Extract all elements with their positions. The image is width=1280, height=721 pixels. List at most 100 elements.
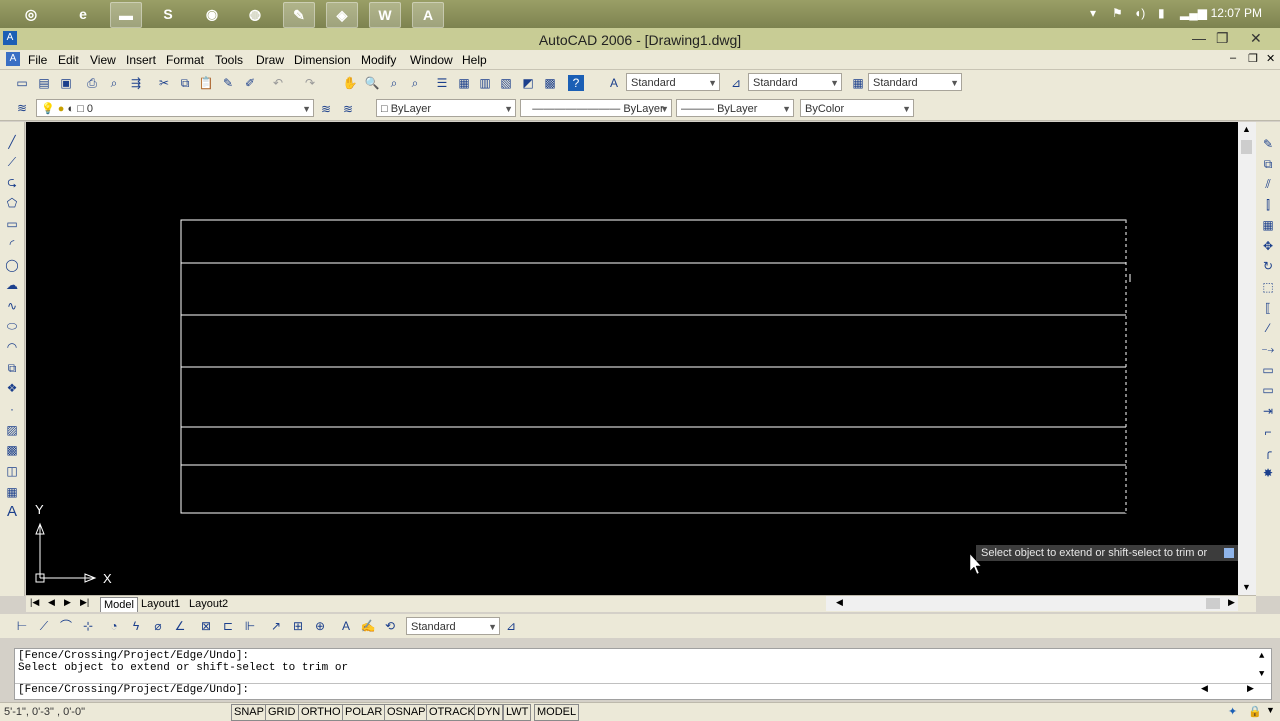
paste-icon[interactable]: 📋 <box>198 75 214 91</box>
help-icon[interactable]: ? <box>568 75 584 91</box>
undo-icon[interactable]: ↶ <box>270 75 286 91</box>
match-properties-icon[interactable]: ✎ <box>220 75 236 91</box>
paint-tool-icon[interactable]: ✎ <box>283 2 315 28</box>
menu-dimension[interactable]: Dimension <box>294 53 351 67</box>
model-toggle[interactable]: MODEL <box>534 704 580 721</box>
tolerance-icon[interactable]: ⊞ <box>290 618 306 634</box>
revision-cloud-icon[interactable]: ☁ <box>4 277 20 293</box>
design-center-icon[interactable]: ▦ <box>456 75 472 91</box>
gradient-icon[interactable]: ▩ <box>4 442 20 458</box>
move-icon[interactable]: ✥ <box>1260 238 1276 254</box>
ellipse-icon[interactable]: ⬭ <box>4 318 20 334</box>
tab-model[interactable]: Model <box>100 597 138 612</box>
insert-block-icon[interactable]: ⧉ <box>4 360 20 376</box>
linetype-select[interactable]: ———————— ByLayer ▼ <box>520 99 672 117</box>
lightbulb-icon[interactable]: 💡 <box>41 103 55 115</box>
layer-select[interactable]: 💡 ● ◐ □ 0 ▼ <box>36 99 314 117</box>
cmd-scroll-right-icon[interactable]: ▶ <box>1247 684 1254 694</box>
explode-icon[interactable]: ✸ <box>1260 465 1276 481</box>
zoom-window-icon[interactable]: ⌕ <box>386 75 402 91</box>
scale-icon[interactable]: ⬚ <box>1260 279 1276 295</box>
file-explorer-icon[interactable]: ▬ <box>110 2 142 28</box>
make-block-icon[interactable]: ❖ <box>4 380 20 396</box>
copy-object-icon[interactable]: ⧉ <box>1260 156 1276 172</box>
tab-first-icon[interactable]: |◀ <box>30 597 39 608</box>
battery-icon[interactable]: ▮ <box>1158 6 1165 20</box>
open-icon[interactable]: ▤ <box>36 75 52 91</box>
properties-icon[interactable]: ☰ <box>434 75 450 91</box>
cmd-scroll-left-icon[interactable]: ◀ <box>1201 684 1208 694</box>
firefox-icon[interactable]: ◍ <box>240 2 270 26</box>
redo-icon[interactable]: ↷ <box>302 75 318 91</box>
cut-icon[interactable]: ✂ <box>156 75 172 91</box>
lock-icon[interactable]: ◐ <box>67 103 74 115</box>
tab-last-icon[interactable]: ▶| <box>80 597 89 608</box>
line-icon[interactable]: ╱ <box>4 134 20 150</box>
tab-layout2[interactable]: Layout2 <box>186 597 231 611</box>
dim-text-edit-icon[interactable]: ✍ <box>360 618 376 634</box>
osnap-toggle[interactable]: OSNAP <box>384 704 429 721</box>
menu-insert[interactable]: Insert <box>126 53 156 67</box>
menu-draw[interactable]: Draw <box>256 53 284 67</box>
zoom-previous-icon[interactable]: ⌕ <box>407 75 423 91</box>
scroll-down-icon[interactable]: ▼ <box>1242 582 1251 592</box>
layer-manager-icon[interactable]: ≋ <box>14 100 30 116</box>
radius-dim-icon[interactable]: ◔ <box>106 618 122 634</box>
scroll-left-icon[interactable]: ◀ <box>836 597 843 608</box>
doc-minimize-icon[interactable]: – <box>1230 52 1236 64</box>
point-icon[interactable]: · <box>4 401 20 417</box>
quick-dim-icon[interactable]: ⊠ <box>198 618 214 634</box>
grid-toggle[interactable]: GRID <box>265 704 299 721</box>
rotate-icon[interactable]: ↻ <box>1260 258 1276 274</box>
tab-next-icon[interactable]: ▶ <box>64 597 71 608</box>
stretch-icon[interactable]: ⟦ <box>1260 300 1276 316</box>
volume-icon[interactable]: ◖) <box>1134 6 1145 20</box>
dim-toolbar-style-select[interactable]: Standard ▼ <box>406 617 500 635</box>
dim-edit-icon[interactable]: A <box>338 618 354 634</box>
linear-dim-icon[interactable]: ⊢ <box>14 618 30 634</box>
circle-icon[interactable]: ◯ <box>4 257 20 273</box>
publish-icon[interactable]: ⇶ <box>128 75 144 91</box>
spline-icon[interactable]: ∿ <box>4 298 20 314</box>
tool-palettes-icon[interactable]: ▥ <box>477 75 493 91</box>
h-scroll-thumb[interactable] <box>1206 598 1220 609</box>
restore-icon[interactable]: ❐ <box>1216 30 1229 47</box>
menu-edit[interactable]: Edit <box>58 53 79 67</box>
array-icon[interactable]: ▦ <box>1260 217 1276 233</box>
tab-layout1[interactable]: Layout1 <box>138 597 183 611</box>
menu-help[interactable]: Help <box>462 53 487 67</box>
new-icon[interactable]: ▭ <box>14 75 30 91</box>
dim-style-icon[interactable]: ⊿ <box>728 75 744 91</box>
arc-icon[interactable]: ◜ <box>4 236 20 252</box>
extend-icon[interactable]: ⤍ <box>1260 341 1276 357</box>
minimize-icon[interactable]: — <box>1192 30 1206 46</box>
command-window[interactable]: [Fence/Crossing/Project/Edge/Undo]: Sele… <box>14 648 1272 700</box>
internet-explorer-icon[interactable]: e <box>68 2 98 26</box>
text-style-icon[interactable]: A <box>606 75 622 91</box>
save-icon[interactable]: ▣ <box>58 75 74 91</box>
dimension-style-icon[interactable]: ⊿ <box>503 618 519 634</box>
chamfer-icon[interactable]: ⌐ <box>1260 424 1276 440</box>
doc-close-icon[interactable]: ✕ <box>1266 52 1275 65</box>
baseline-icon[interactable]: ⊏ <box>220 618 236 634</box>
table-style-select[interactable]: Standard ▼ <box>868 73 962 91</box>
center-mark-icon[interactable]: ⊕ <box>312 618 328 634</box>
table-icon[interactable]: ▦ <box>4 484 20 500</box>
word-icon[interactable]: W <box>369 2 401 28</box>
toolbar-lock-icon[interactable]: 🔒 <box>1248 705 1262 718</box>
menu-tools[interactable]: Tools <box>215 53 243 67</box>
region-icon[interactable]: ◫ <box>4 463 20 479</box>
polar-toggle[interactable]: POLAR <box>342 704 386 721</box>
chevron-up-icon[interactable]: ▾ <box>1090 6 1096 20</box>
plot-icon[interactable]: ⎙ <box>84 75 100 91</box>
block-editor-icon[interactable]: ✐ <box>242 75 258 91</box>
zoom-realtime-icon[interactable]: 🔍 <box>364 75 380 91</box>
ordinate-icon[interactable]: ⊹ <box>80 618 96 634</box>
drawing-canvas[interactable]: Y X <box>26 122 1238 596</box>
horizontal-scrollbar[interactable]: ◀ ▶ <box>826 596 1238 611</box>
chrome-icon[interactable]: ◉ <box>197 2 227 26</box>
snap-toggle[interactable]: SNAP <box>231 704 267 721</box>
command-prompt-line[interactable]: [Fence/Crossing/Project/Edge/Undo]: <box>18 684 249 696</box>
ortho-toggle[interactable]: ORTHO <box>298 704 344 721</box>
plotstyle-select[interactable]: ByColor ▼ <box>800 99 914 117</box>
